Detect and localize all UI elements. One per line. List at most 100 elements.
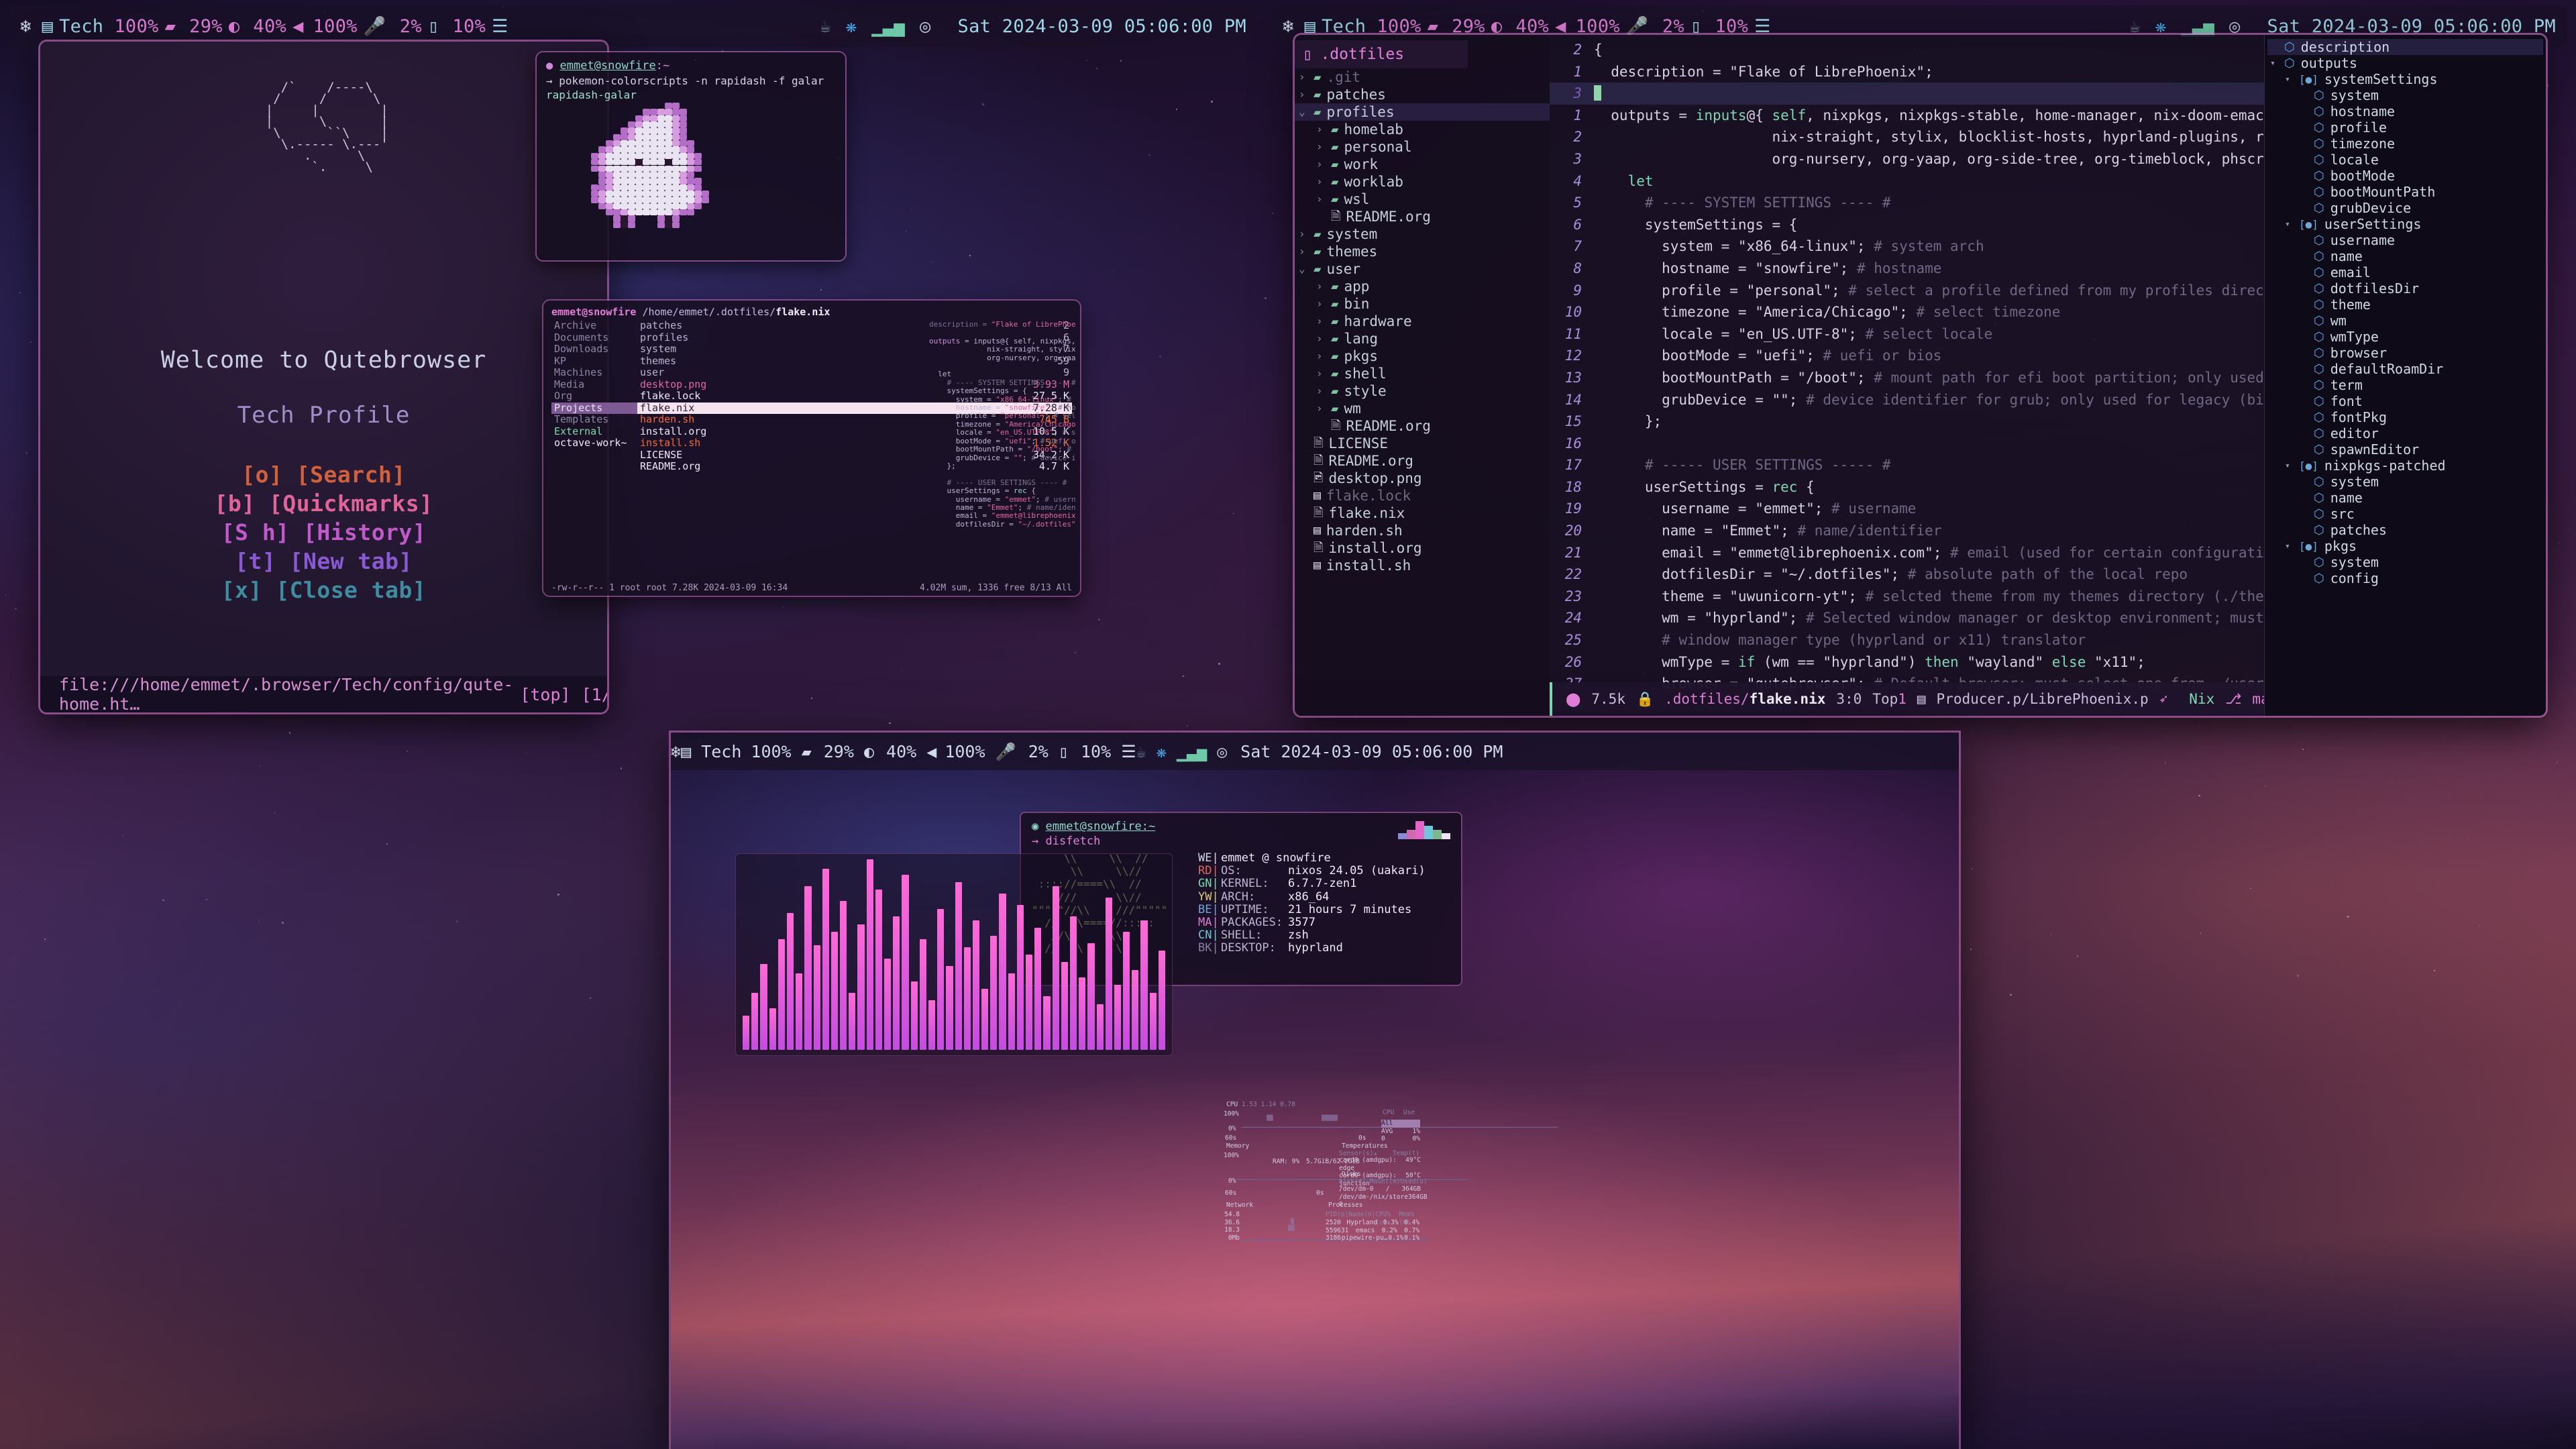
brightness-widget-3[interactable]: 29% ◐	[824, 742, 874, 761]
treemacs-item[interactable]: › ▰ shell	[1295, 365, 1550, 382]
emacs-treemacs-sidebar[interactable]: ▯ .dotfiles › ▰ .git › ▰ patches ⌄ ▰ profiles › ▰ h…	[1295, 35, 1550, 716]
treemacs-item[interactable]: 🖻 desktop.png	[1295, 470, 1550, 487]
mug-icon[interactable]: ☕	[2129, 17, 2141, 36]
mug-icon[interactable]: ☕	[1136, 743, 1146, 760]
treemacs-item[interactable]: › ▰ homelab	[1295, 121, 1550, 138]
treemacs-list[interactable]: › ▰ .git › ▰ patches ⌄ ▰ profiles › ▰ homelab › ▰ pers…	[1295, 68, 1550, 574]
code-line[interactable]: 14 grubDevice = ""; # device identifier …	[1550, 389, 2264, 411]
outline-item[interactable]: ⬡ browser	[2267, 345, 2543, 361]
outline-item[interactable]: ⬡ name	[2267, 248, 2543, 264]
disc-icon[interactable]: ◎	[920, 17, 931, 36]
ranger-parent-item[interactable]: KP	[551, 356, 637, 368]
code-line[interactable]: 23 theme = "uwunicorn-yt"; # selcted the…	[1550, 586, 2264, 608]
code-line[interactable]: 18 userSettings = rec {	[1550, 476, 2264, 498]
chevron-icon[interactable]: ›	[1316, 122, 1326, 137]
cpu-widget-2[interactable]: 2% ▯	[1662, 16, 1702, 37]
ram-widget[interactable]: 10% ☰	[452, 16, 508, 37]
nix-logo-2[interactable]: ❄	[1272, 17, 1305, 36]
clock-3[interactable]: Sat 2024-03-09 05:06:00 PM	[1240, 742, 1503, 761]
mic-widget-2[interactable]: 100% 🎤	[1576, 16, 1649, 37]
mic-widget-3[interactable]: 100% 🎤	[945, 742, 1016, 761]
outline-chevron-icon[interactable]: ▾	[2285, 539, 2293, 553]
brightness-widget[interactable]: 29% ◐	[189, 16, 239, 37]
code-line[interactable]: 6 systemSettings = {	[1550, 214, 2264, 236]
outline-item[interactable]: ▾ [●] pkgs	[2267, 538, 2543, 554]
outline-item[interactable]: ⬡ wmType	[2267, 329, 2543, 345]
code-line[interactable]: 21 email = "emmet@librephoenix.com"; # e…	[1550, 542, 2264, 564]
outline-chevron-icon[interactable]: ▾	[2270, 56, 2278, 70]
code-line[interactable]: 1 description = "Flake of LibrePhoenix";	[1550, 61, 2264, 83]
process-row[interactable]: 3186 pipewire-pu… 0.1% 0.1%	[1326, 1234, 1419, 1242]
treemacs-item[interactable]: › ▰ themes	[1295, 243, 1550, 260]
outline-item[interactable]: ⬡ config	[2267, 570, 2543, 586]
treemacs-item[interactable]: 🗎 LICENSE	[1295, 435, 1550, 452]
treemacs-item[interactable]: › ▰ wsl	[1295, 191, 1550, 208]
treemacs-item[interactable]: › ▰ lang	[1295, 330, 1550, 347]
battery-widget-2[interactable]: 100% ▰	[1377, 16, 1438, 37]
treemacs-item[interactable]: ▤ harden.sh	[1295, 522, 1550, 539]
chevron-icon[interactable]: ⌄	[1299, 105, 1308, 119]
nix-logo-3[interactable]: ❄	[671, 742, 681, 761]
outline-list[interactable]: ⬡ description ▾ ⬡ outputs ▾ [●] systemSettings ⬡…	[2267, 39, 2543, 586]
outline-item[interactable]: ⬡ system	[2267, 87, 2543, 103]
qute-shortcut-2[interactable]: [S h] [History]	[40, 519, 607, 547]
outline-item[interactable]: ⬡ bootMode	[2267, 168, 2543, 184]
ranger-parent-item[interactable]: Documents	[551, 332, 637, 344]
project-title[interactable]: ▯ .dotfiles	[1295, 40, 1468, 68]
bluetooth-icon[interactable]: ❋	[1157, 743, 1167, 760]
treemacs-item[interactable]: ▤ install.sh	[1295, 557, 1550, 574]
clock[interactable]: Sat 2024-03-09 05:06:00 PM	[947, 16, 1257, 37]
outline-item[interactable]: ⬡ fontPkg	[2267, 409, 2543, 425]
treemacs-item[interactable]: › ▰ worklab	[1295, 173, 1550, 191]
ranger-body[interactable]: emmet@snowfire /home/emmet/.dotfiles/fla…	[543, 301, 1080, 596]
outline-item[interactable]: ⬡ theme	[2267, 297, 2543, 313]
code-line[interactable]: 13 bootMountPath = "/boot"; # mount path…	[1550, 367, 2264, 389]
mic-widget[interactable]: 100% 🎤	[313, 16, 386, 37]
code-line[interactable]: 20 name = "Emmet"; # name/identifier	[1550, 520, 2264, 542]
outline-item[interactable]: ⬡ src	[2267, 506, 2543, 522]
treemacs-item[interactable]: › ▰ app	[1295, 278, 1550, 295]
outline-item[interactable]: ⬡ editor	[2267, 425, 2543, 441]
chevron-icon[interactable]: ›	[1316, 140, 1326, 154]
treemacs-item[interactable]: 🗎 flake.nix	[1295, 504, 1550, 522]
outline-item[interactable]: ▾ [●] systemSettings	[2267, 71, 2543, 87]
qute-shortcut-0[interactable]: [o] [Search]	[40, 461, 607, 490]
treemacs-item[interactable]: › ▰ style	[1295, 382, 1550, 400]
outline-item[interactable]: ⬡ dotfilesDir	[2267, 280, 2543, 297]
code-line[interactable]: 10 timezone = "America/Chicago"; # selec…	[1550, 301, 2264, 323]
outline-item[interactable]: ⬡ wm	[2267, 313, 2543, 329]
code-line[interactable]: 5 # ---- SYSTEM SETTINGS ---- #	[1550, 192, 2264, 214]
wifi-signal-icon[interactable]: ▁▃▅	[2181, 17, 2214, 36]
qute-shortcut-3[interactable]: [t] [New tab]	[40, 547, 607, 576]
cpu-core-rows[interactable]: All AVG 1% 0 0%	[1381, 1120, 1420, 1143]
outline-item[interactable]: ⬡ email	[2267, 264, 2543, 280]
chevron-icon[interactable]: ⌄	[1299, 262, 1308, 276]
outline-item[interactable]: ⬡ name	[2267, 490, 2543, 506]
outline-item[interactable]: ⬡ locale	[2267, 152, 2543, 168]
chevron-icon[interactable]: ›	[1299, 244, 1308, 259]
code-line[interactable]: 25 # window manager type (hyprland or x1…	[1550, 629, 2264, 651]
chevron-icon[interactable]: ›	[1316, 192, 1326, 207]
outline-item[interactable]: ⬡ system	[2267, 474, 2543, 490]
volume-widget-2[interactable]: 40% ◀	[1515, 16, 1566, 37]
wifi-signal-icon[interactable]: ▁▃▅	[1177, 743, 1207, 760]
qute-shortcut-4[interactable]: [x] [Close tab]	[40, 576, 607, 605]
cpu-core-row[interactable]: All	[1381, 1120, 1420, 1128]
qute-shortcut-1[interactable]: [b] [Quickmarks]	[40, 490, 607, 519]
ranger-parent-item[interactable]: Media	[551, 379, 637, 391]
emacs-outline-sidebar[interactable]: ⬡ description ▾ ⬡ outputs ▾ [●] systemSettings ⬡…	[2264, 35, 2546, 716]
pokemon-terminal-body[interactable]: ● emmet@snowfire:~ → pokemon-colorscript…	[537, 52, 845, 260]
emacs-modeline[interactable]: ⬤ 7.5k 🔒 .dotfiles/flake.nix 3:0 Top1 ▤ …	[1550, 682, 2264, 716]
battery-widget-3[interactable]: 100% ▰	[751, 742, 811, 761]
outline-item[interactable]: ⬡ timezone	[2267, 136, 2543, 152]
code-line[interactable]: 3	[1550, 83, 2264, 105]
treemacs-item[interactable]: › ▰ hardware	[1295, 313, 1550, 330]
volume-widget[interactable]: 40% ◀	[253, 16, 303, 37]
treemacs-item[interactable]: › ▰ system	[1295, 225, 1550, 243]
code-line[interactable]: 11 locale = "en_US.UTF-8"; # select loca…	[1550, 323, 2264, 345]
ranger-parent-column[interactable]: Archive Documents Downloads KP Machines Media…	[551, 320, 637, 473]
ranger-parent-item[interactable]: Org	[551, 390, 637, 402]
treemacs-item[interactable]: › ▰ bin	[1295, 295, 1550, 313]
process-row[interactable]: 2520 Hyprland 0.3% 0.4%	[1326, 1219, 1419, 1227]
nix-logo[interactable]: ❄	[9, 17, 42, 36]
